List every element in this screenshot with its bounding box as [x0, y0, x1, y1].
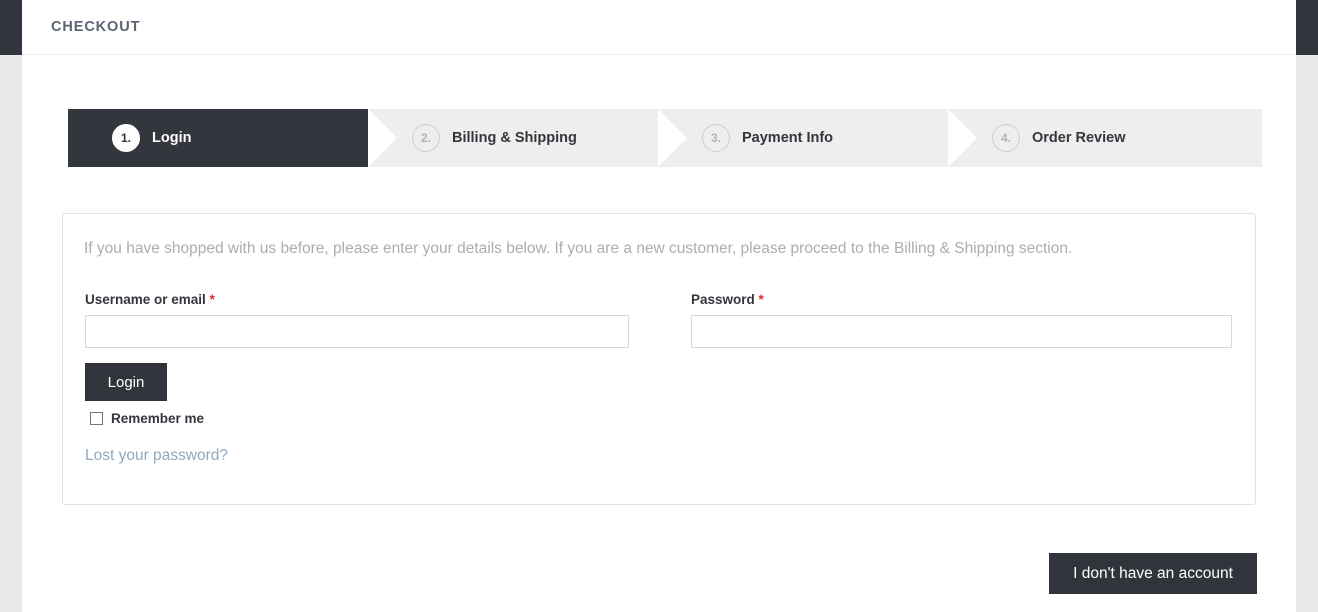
- username-label: Username or email *: [85, 292, 629, 307]
- checkout-step-order-review[interactable]: 4. Order Review: [948, 109, 1262, 167]
- left-chrome-rail-top: [0, 0, 22, 55]
- step-number-badge: 1.: [112, 124, 140, 152]
- password-label-text: Password: [691, 292, 755, 307]
- remember-me-checkbox[interactable]: [90, 412, 103, 425]
- remember-me-label[interactable]: Remember me: [111, 411, 204, 426]
- remember-me-row: Remember me: [90, 411, 204, 426]
- password-input[interactable]: [691, 315, 1232, 348]
- right-chrome-rail: [1296, 55, 1318, 612]
- page-title: CHECKOUT: [51, 19, 141, 35]
- step-label: Payment Info: [742, 130, 834, 146]
- login-card: If you have shopped with us before, plea…: [62, 213, 1256, 505]
- step-label: Billing & Shipping: [452, 130, 577, 146]
- left-chrome-rail: [0, 55, 22, 612]
- page-header: CHECKOUT: [22, 0, 1296, 55]
- step-number-badge: 2.: [412, 124, 440, 152]
- checkout-step-billing-shipping[interactable]: 2. Billing & Shipping: [368, 109, 686, 167]
- required-asterisk: *: [758, 292, 764, 307]
- checkout-steps: 1. Login 2. Billing & Shipping 3. Paymen…: [68, 109, 1262, 167]
- username-label-text: Username or email: [85, 292, 206, 307]
- no-account-button[interactable]: I don't have an account: [1049, 553, 1257, 594]
- step-label: Login: [152, 130, 192, 146]
- right-chrome-rail-top: [1296, 0, 1318, 55]
- main-content: 1. Login 2. Billing & Shipping 3. Paymen…: [22, 56, 1296, 612]
- step-number-badge: 3.: [702, 124, 730, 152]
- login-intro-text: If you have shopped with us before, plea…: [84, 240, 1073, 257]
- step-label: Order Review: [1032, 130, 1126, 146]
- checkout-step-payment-info[interactable]: 3. Payment Info: [658, 109, 976, 167]
- login-button[interactable]: Login: [85, 363, 167, 401]
- password-label: Password *: [691, 292, 1232, 307]
- username-input[interactable]: [85, 315, 629, 348]
- step-number-badge: 4.: [992, 124, 1020, 152]
- password-field-group: Password *: [691, 292, 1232, 348]
- lost-password-link[interactable]: Lost your password?: [85, 447, 228, 465]
- required-asterisk: *: [209, 292, 215, 307]
- checkout-step-login[interactable]: 1. Login: [68, 109, 396, 167]
- username-field-group: Username or email *: [85, 292, 629, 348]
